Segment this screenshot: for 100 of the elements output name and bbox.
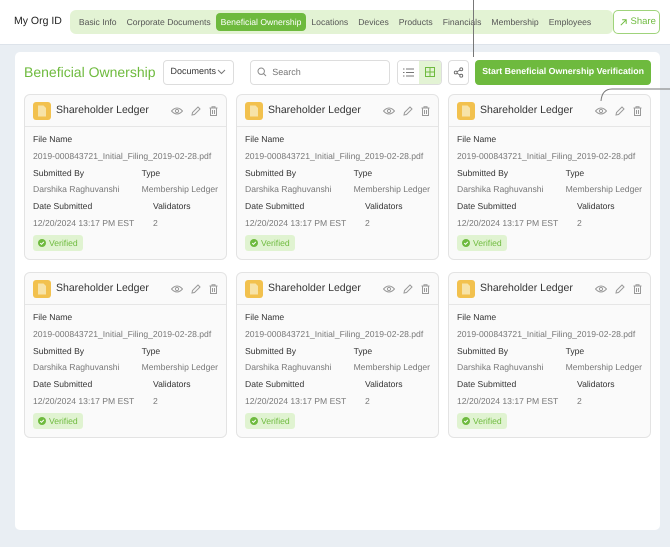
field-value: 2019-000843721_Initial_Filing_2019-02-28.pdf bbox=[245, 150, 424, 163]
verified-badge: Verified bbox=[457, 234, 507, 251]
field-value: 12/20/2024 13:17 PM EST bbox=[457, 394, 560, 408]
org-id-label: My Org ID bbox=[14, 14, 62, 30]
field-value: Membership Ledger bbox=[142, 361, 218, 374]
document-icon bbox=[245, 280, 263, 298]
card-title: Shareholder Ledger bbox=[56, 280, 149, 296]
field-label: File Name bbox=[457, 311, 498, 324]
eye-icon[interactable] bbox=[383, 284, 395, 292]
field-label: Date Submitted bbox=[457, 200, 518, 214]
trash-icon[interactable] bbox=[209, 284, 218, 294]
verified-badge: Verified bbox=[33, 412, 83, 429]
eye-icon[interactable] bbox=[171, 106, 183, 114]
document-icon bbox=[33, 280, 51, 298]
field-label: Submitted By bbox=[33, 344, 86, 358]
field-value: 12/20/2024 13:17 PM EST bbox=[245, 216, 348, 230]
eye-icon[interactable] bbox=[383, 106, 395, 114]
field-value: Membership Ledger bbox=[566, 183, 642, 196]
field-label: Validators bbox=[577, 378, 615, 392]
field-label: Validators bbox=[365, 378, 403, 392]
check-icon bbox=[462, 416, 470, 425]
tab[interactable]: Employees bbox=[544, 13, 596, 31]
search-field[interactable]: Search bbox=[250, 60, 390, 84]
field-label: Submitted By bbox=[33, 166, 86, 180]
pencil-icon[interactable] bbox=[615, 106, 625, 116]
field-label: Date Submitted bbox=[245, 200, 306, 214]
verified-badge: Verified bbox=[245, 412, 295, 429]
field-label: Type bbox=[566, 344, 586, 358]
card-title: Shareholder Ledger bbox=[480, 102, 573, 118]
tab[interactable]: Products bbox=[394, 13, 438, 31]
document-icon bbox=[457, 280, 475, 298]
pencil-icon[interactable] bbox=[403, 284, 413, 294]
trash-icon[interactable] bbox=[421, 284, 430, 294]
trash-icon[interactable] bbox=[421, 106, 430, 116]
field-value: Membership Ledger bbox=[142, 183, 218, 196]
field-label: File Name bbox=[33, 311, 74, 324]
tab[interactable]: Basic Info bbox=[74, 13, 122, 31]
field-value: Membership Ledger bbox=[354, 183, 430, 196]
field-label: File Name bbox=[245, 311, 286, 324]
field-label: Type bbox=[566, 166, 586, 180]
pencil-icon[interactable] bbox=[403, 106, 413, 116]
field-label: Validators bbox=[365, 200, 403, 214]
eye-icon[interactable] bbox=[595, 284, 607, 292]
field-value: 2019-000843721_Initial_Filing_2019-02-28.pdf bbox=[245, 328, 424, 341]
trash-icon[interactable] bbox=[633, 284, 642, 294]
list-icon bbox=[403, 68, 414, 76]
eye-icon[interactable] bbox=[595, 106, 607, 114]
document-icon bbox=[33, 102, 51, 120]
share-icon-button[interactable] bbox=[448, 60, 470, 84]
trash-icon[interactable] bbox=[209, 106, 218, 116]
pencil-icon[interactable] bbox=[191, 284, 201, 294]
check-icon bbox=[38, 238, 46, 247]
page-title: Beneficial Ownership bbox=[24, 62, 156, 82]
document-icon bbox=[245, 102, 263, 120]
check-icon bbox=[250, 416, 258, 425]
field-value: Darshika Raghuvanshi bbox=[33, 183, 120, 196]
field-value: Darshika Raghuvanshi bbox=[245, 361, 332, 374]
field-value: Darshika Raghuvanshi bbox=[33, 361, 120, 374]
field-value: Darshika Raghuvanshi bbox=[457, 183, 544, 196]
field-value: 2019-000843721_Initial_Filing_2019-02-28.pdf bbox=[457, 328, 636, 341]
field-label: File Name bbox=[457, 133, 498, 146]
eye-icon[interactable] bbox=[171, 284, 183, 292]
tab[interactable]: Devices bbox=[353, 13, 394, 31]
field-value: 2 bbox=[153, 394, 159, 408]
check-icon bbox=[38, 416, 46, 425]
field-label: File Name bbox=[33, 133, 74, 146]
tab[interactable]: Corporate Documents bbox=[122, 13, 216, 31]
field-label: Type bbox=[354, 344, 374, 358]
tab[interactable]: Membership bbox=[486, 13, 544, 31]
field-value: 2019-000843721_Initial_Filing_2019-02-28.pdf bbox=[33, 328, 212, 341]
grid-view-button[interactable] bbox=[419, 60, 441, 84]
documents-dropdown[interactable]: Documents bbox=[162, 60, 234, 84]
field-value: Darshika Raghuvanshi bbox=[245, 183, 332, 196]
leader-line bbox=[473, 0, 474, 58]
field-label: Date Submitted bbox=[33, 200, 94, 214]
field-label: File Name bbox=[245, 133, 286, 146]
field-label: Type bbox=[354, 166, 374, 180]
trash-icon[interactable] bbox=[633, 106, 642, 116]
chevron-down-icon bbox=[217, 69, 226, 75]
verified-badge: Verified bbox=[245, 234, 295, 251]
field-label: Date Submitted bbox=[245, 378, 306, 392]
tab[interactable]: Locations bbox=[306, 13, 354, 31]
pencil-icon[interactable] bbox=[191, 106, 201, 116]
field-label: Submitted By bbox=[457, 166, 510, 180]
field-label: Date Submitted bbox=[33, 378, 94, 392]
verified-badge: Verified bbox=[33, 234, 83, 251]
field-label: Validators bbox=[153, 200, 191, 214]
field-label: Date Submitted bbox=[457, 378, 518, 392]
field-label: Type bbox=[142, 344, 162, 358]
field-value: 2019-000843721_Initial_Filing_2019-02-28.pdf bbox=[457, 150, 636, 163]
field-value: Membership Ledger bbox=[354, 361, 430, 374]
check-icon bbox=[250, 238, 258, 247]
share-icon bbox=[452, 66, 464, 78]
card-title: Shareholder Ledger bbox=[268, 102, 361, 118]
pencil-icon[interactable] bbox=[615, 284, 625, 294]
field-value: 2 bbox=[153, 216, 159, 230]
card-title: Shareholder Ledger bbox=[56, 102, 149, 118]
card-title: Shareholder Ledger bbox=[480, 280, 573, 296]
field-label: Submitted By bbox=[245, 166, 298, 180]
verified-badge: Verified bbox=[457, 412, 507, 429]
